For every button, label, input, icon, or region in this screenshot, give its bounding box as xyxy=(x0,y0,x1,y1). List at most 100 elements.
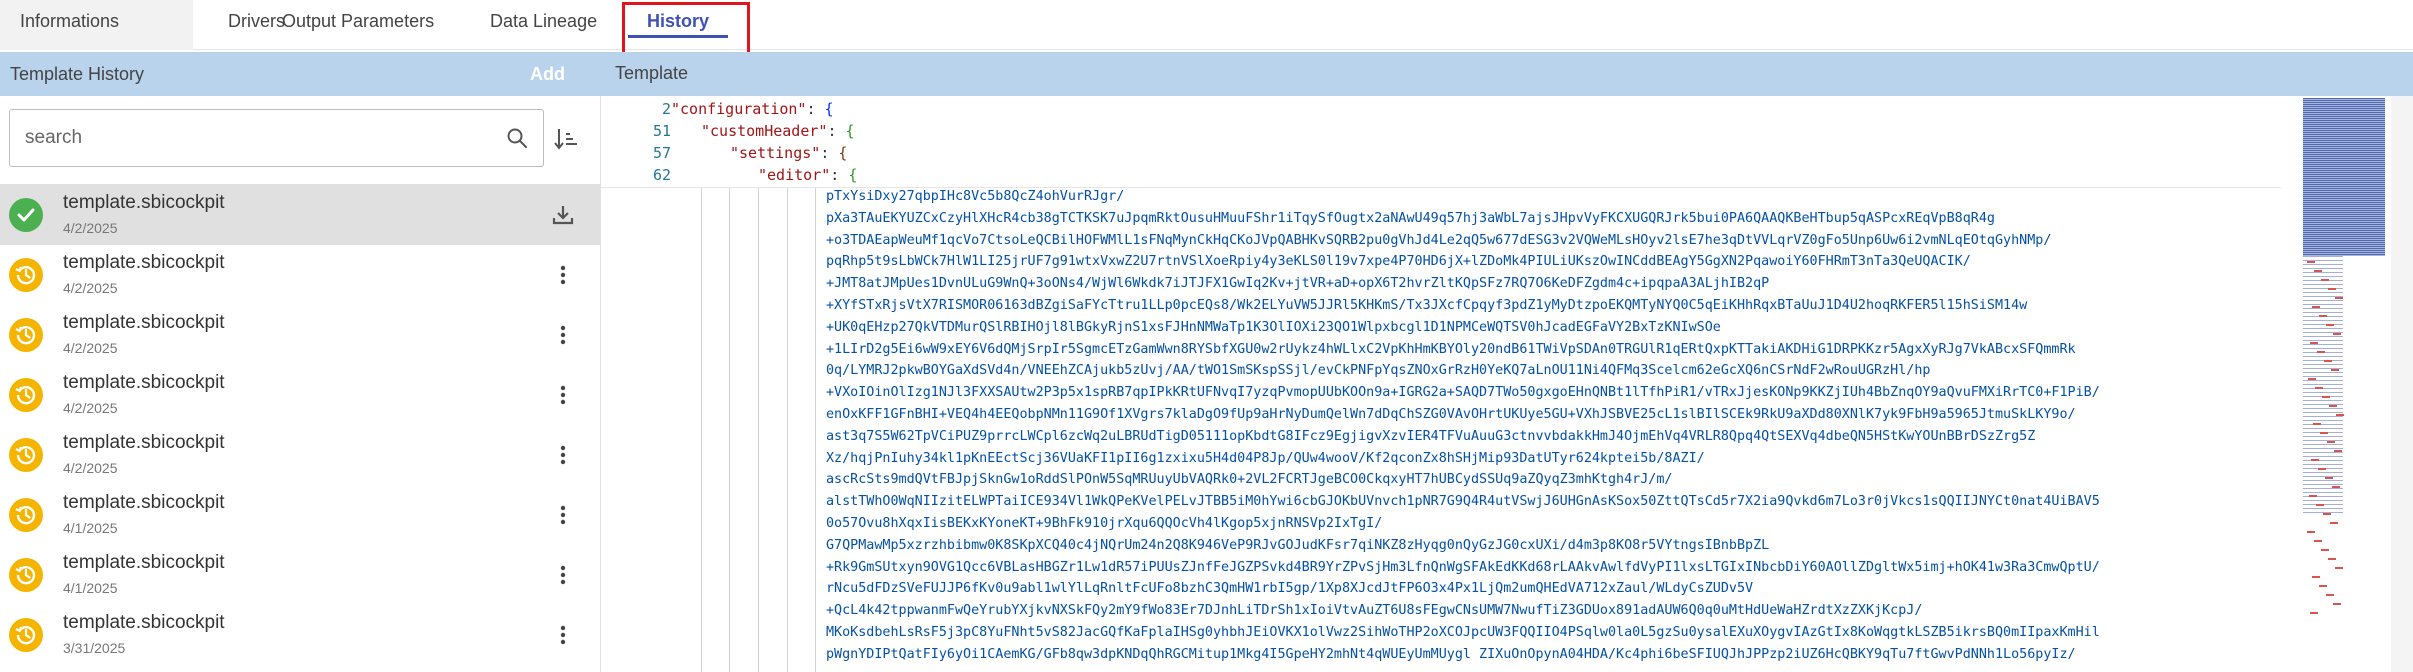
search-input[interactable] xyxy=(25,123,485,153)
more-vertical-icon[interactable] xyxy=(550,262,576,288)
base64-code-line: 0o57Ovu8hXqxIisBEKxKYoneKT+9BhFk910jrXqu… xyxy=(826,515,1383,531)
minimap-code-block xyxy=(2303,256,2343,516)
minimap-marker xyxy=(2335,567,2343,569)
minimap-marker xyxy=(2328,288,2336,290)
minimap-marker xyxy=(2319,315,2327,317)
minimap-marker xyxy=(2325,477,2333,479)
minimap-marker xyxy=(2307,261,2315,263)
download-icon[interactable] xyxy=(550,202,576,228)
history-item-name: template.sbicockpit xyxy=(63,252,225,273)
base64-code-line: Xz/hqjPnIuhy34kl1pKnEEctScj36VUaKFI1pII6… xyxy=(826,450,1705,466)
base64-code-line: +1LIrD2g5Ei6wW9xEY6V6dQMjSrpIr5SgmcETzGa… xyxy=(826,341,2076,357)
minimap-code-block xyxy=(2303,98,2385,256)
minimap-marker xyxy=(2314,270,2322,272)
more-vertical-icon[interactable] xyxy=(550,322,576,348)
base64-code-line: +QcL4k42tppwanmFwQeYrubYXjkvNXSkFQy2mY9f… xyxy=(826,603,1923,619)
history-list-item[interactable]: template.sbicockpit 3/31/2025 xyxy=(0,604,600,665)
minimap-marker xyxy=(2317,351,2325,353)
minimap-marker xyxy=(2329,405,2337,407)
base64-code-line: +o3TDAEapWeuMf1qcVo7CtsoLeQCBilHOFWMlL1s… xyxy=(826,232,2052,248)
history-list-item[interactable]: template.sbicockpit 4/1/2025 xyxy=(0,544,600,605)
minimap-marker xyxy=(2326,324,2334,326)
history-list-item[interactable]: template.sbicockpit 4/2/2025 xyxy=(0,184,600,245)
history-icon xyxy=(9,498,43,532)
json-brace: { xyxy=(824,100,834,118)
minimap-marker xyxy=(2324,360,2332,362)
base64-code-line: alstTWhO0WqNIIzitELWPTaiICE934Vl1WkQPeKV… xyxy=(826,494,2100,510)
json-brace: { xyxy=(845,122,855,140)
search-icon[interactable] xyxy=(505,126,529,150)
template-title: Template xyxy=(615,63,689,83)
tab-output-parameters[interactable]: Output Parameters xyxy=(262,0,462,50)
tab-informations-label: Informations xyxy=(20,11,120,31)
minimap-marker xyxy=(2307,531,2315,533)
minimap-marker xyxy=(2320,432,2328,434)
minimap-marker xyxy=(2336,414,2344,416)
minimap-marker xyxy=(2318,468,2326,470)
more-vertical-icon[interactable] xyxy=(550,622,576,648)
base64-code-line: +XYfSTxRjsVtX7RISMOR06163dBZgiSaFYcTtru1… xyxy=(826,297,2028,313)
minimap-marker xyxy=(2328,558,2336,560)
history-item-date: 4/2/2025 xyxy=(63,340,118,356)
history-list-item[interactable]: template.sbicockpit 4/2/2025 xyxy=(0,424,600,485)
history-list-item[interactable]: template.sbicockpit 4/1/2025 xyxy=(0,484,600,545)
tab-history[interactable]: History xyxy=(628,0,728,50)
minimap-marker xyxy=(2314,540,2322,542)
minimap-marker xyxy=(2330,522,2338,524)
base64-code-line: 0q/LYMRJ2pkwBOYGaXdSVd4n/VNEEhZCAjukb5zU… xyxy=(826,363,1931,379)
add-button[interactable]: Add xyxy=(530,64,565,85)
minimap-marker xyxy=(2310,342,2318,344)
history-list-item[interactable]: template.sbicockpit 4/2/2025 xyxy=(0,304,600,365)
minimap-marker xyxy=(2310,612,2318,614)
sticky-scroll-header: 2 "configuration": {51 "customHeader": {57… xyxy=(601,96,2281,188)
history-item-name: template.sbicockpit xyxy=(63,192,225,213)
sort-ascending-icon[interactable] xyxy=(553,126,579,152)
base64-code-line: pqRhp5t9sLbWCk7HlW1LI25jrUF7g91wtxVxwZ2U… xyxy=(826,254,1971,270)
base64-code-line: pXa3TAuEKYUZCxCzyHlXHcR4cb38gTCTKSK7uJpq… xyxy=(826,210,1995,226)
history-item-date: 4/1/2025 xyxy=(63,520,118,536)
line-number-gutter xyxy=(601,188,691,672)
minimap-marker xyxy=(2322,396,2330,398)
tab-data-lineage[interactable]: Data Lineage xyxy=(470,0,620,50)
tab-informations[interactable]: Informations xyxy=(0,0,193,50)
history-icon xyxy=(9,318,43,352)
base64-code-line: pWgnYDIPtQatFIy6yOi1CAemKG/GFb8qw3dpKNDq… xyxy=(826,646,2076,662)
history-item-date: 4/2/2025 xyxy=(63,400,118,416)
line-number: 62 xyxy=(652,166,671,184)
sticky-code-line: "customHeader": { xyxy=(701,122,855,140)
editor-vertical-scrollbar[interactable] xyxy=(2391,96,2413,672)
json-key: "editor" xyxy=(758,166,831,184)
minimap-marker xyxy=(2334,450,2342,452)
history-item-date: 4/2/2025 xyxy=(63,280,118,296)
history-item-name: template.sbicockpit xyxy=(63,372,225,393)
tab-bar: Informations Drivers Output Parameters D… xyxy=(0,0,2413,58)
base64-code-line: +UK0qEHzp27QkVTDMurQSlRBIHOjl8lBGkyRjnS1… xyxy=(826,319,1721,335)
template-history-panel: template.sbicockpit 4/2/2025 template.sbic… xyxy=(0,96,601,672)
more-vertical-icon[interactable] xyxy=(550,562,576,588)
base64-code-line: pTxYsiDxy27qbpIHc8Vc5b8QcZ4ohVurRJgr/ xyxy=(826,189,1125,204)
json-key: "customHeader" xyxy=(701,122,828,140)
more-vertical-icon[interactable] xyxy=(550,442,576,468)
history-list-item[interactable]: template.sbicockpit 4/2/2025 xyxy=(0,244,600,305)
sticky-code-line: "configuration": { xyxy=(671,100,834,118)
tab-history-label: History xyxy=(647,11,710,31)
minimap-marker xyxy=(2316,504,2324,506)
history-icon xyxy=(9,558,43,592)
history-list-item[interactable]: template.sbicockpit 4/2/2025 xyxy=(0,364,600,425)
minimap-marker xyxy=(2332,486,2340,488)
history-item-name: template.sbicockpit xyxy=(63,432,225,453)
template-code-editor[interactable]: 2 "configuration": {51 "customHeader": {57… xyxy=(601,96,2413,672)
base64-code-line: enOxKFF1GFnBHI+VEQ4h4EEQobpNMn11G9Of1XVg… xyxy=(826,406,2076,422)
history-item-date: 4/2/2025 xyxy=(63,460,118,476)
indent-guide xyxy=(787,188,788,672)
tab-data-lineage-label: Data Lineage xyxy=(490,11,598,31)
minimap-marker xyxy=(2326,594,2334,596)
search-box xyxy=(9,109,544,167)
minimap-marker xyxy=(2312,576,2320,578)
editor-minimap[interactable] xyxy=(2299,96,2391,672)
more-vertical-icon[interactable] xyxy=(550,382,576,408)
more-vertical-icon[interactable] xyxy=(550,502,576,528)
indent-guide xyxy=(701,188,702,672)
sticky-code-line: "editor": { xyxy=(758,166,858,184)
active-tab-indicator xyxy=(628,35,728,38)
